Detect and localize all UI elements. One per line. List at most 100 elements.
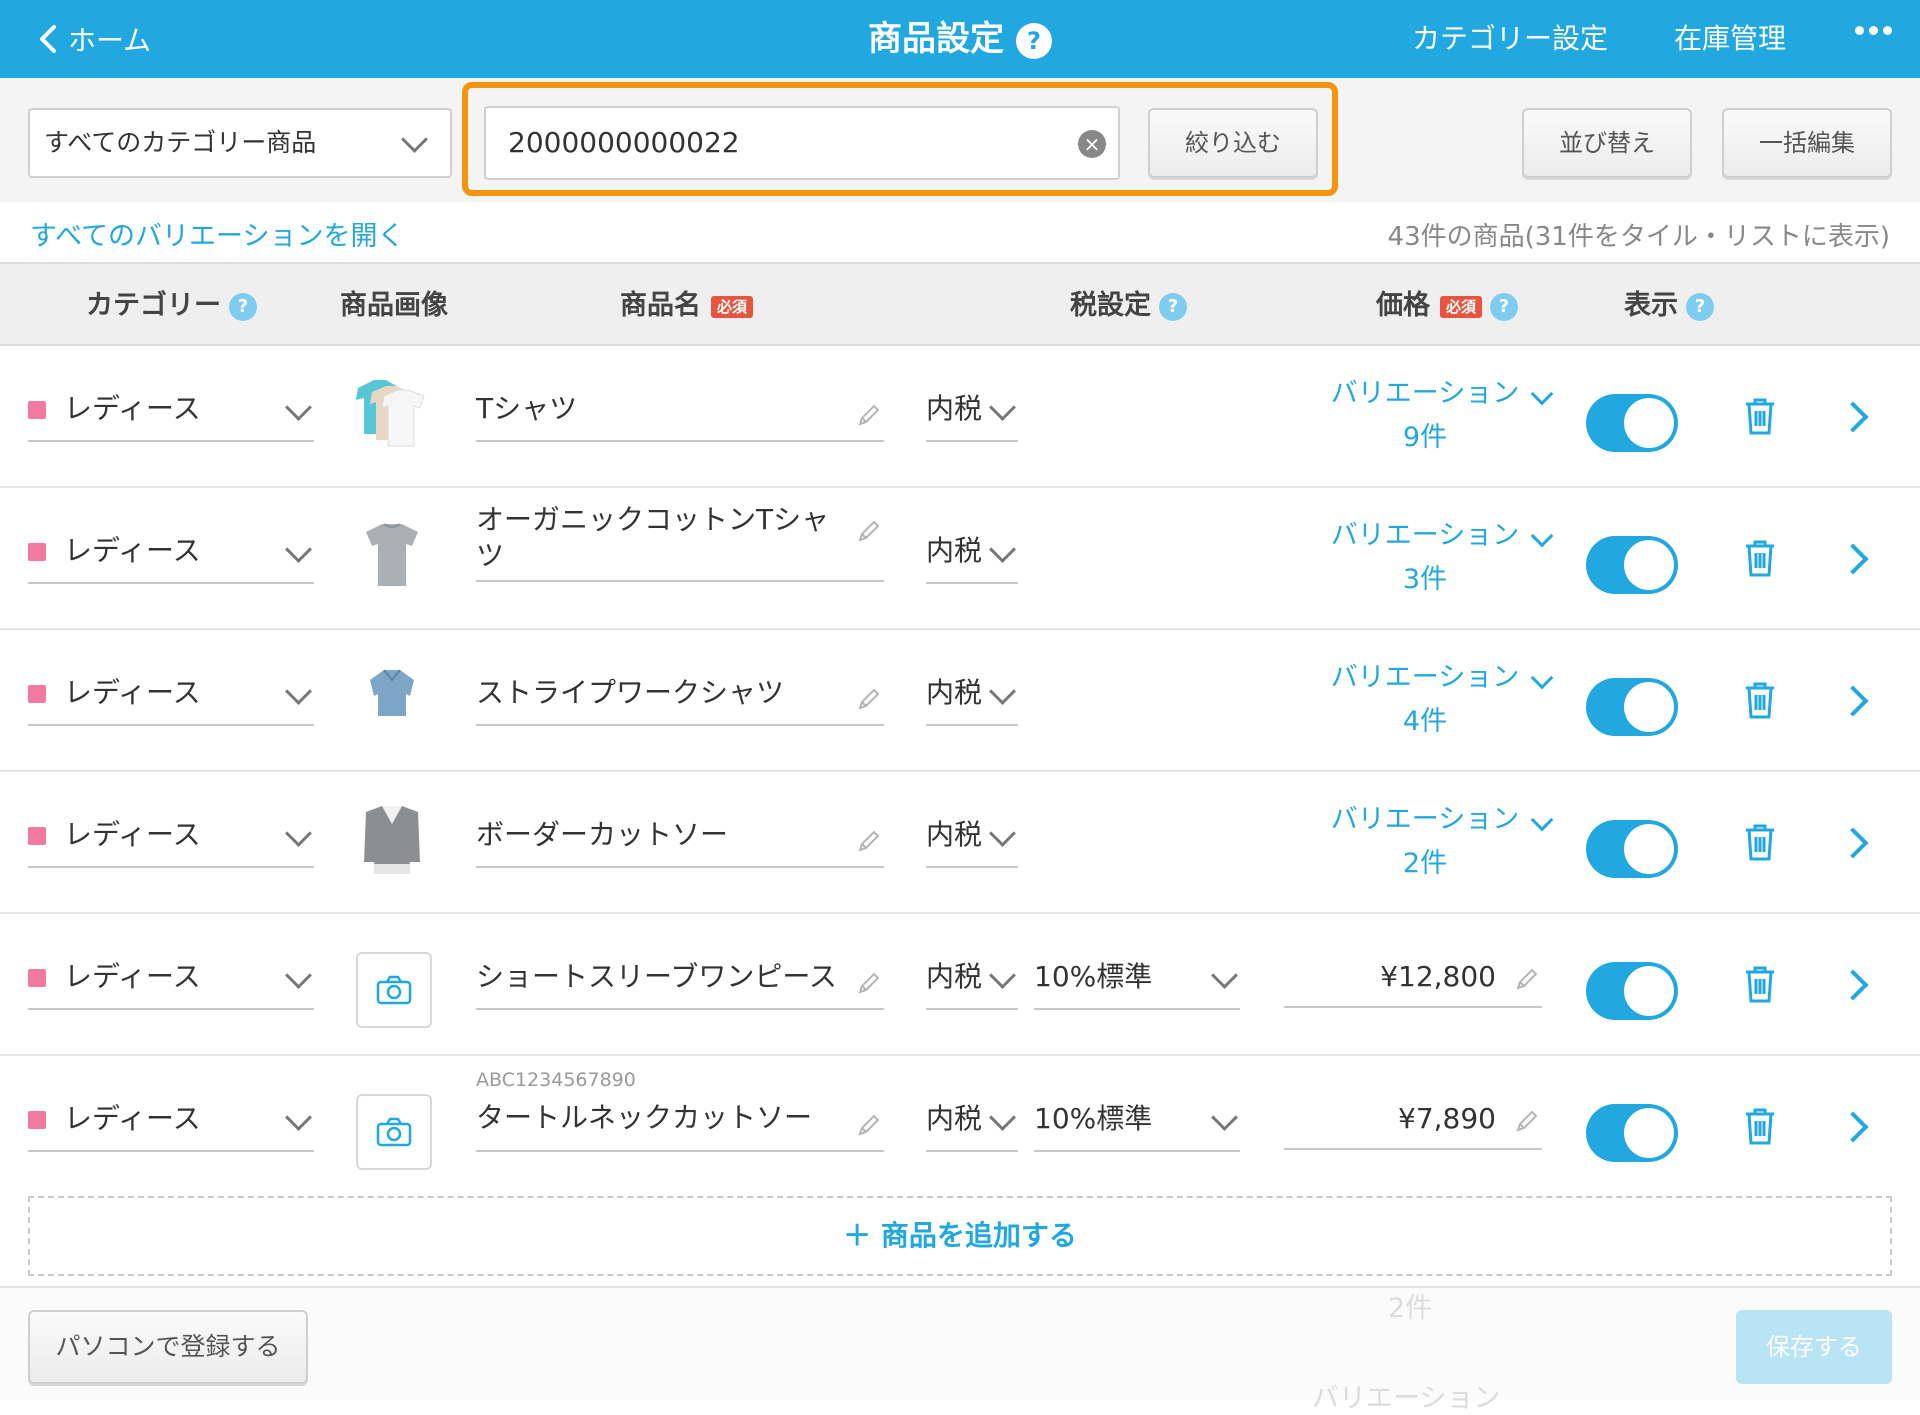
tax-select[interactable]: 内税 [926,522,1018,584]
filter-button[interactable]: 絞り込む [1148,108,1318,178]
price-field[interactable]: ¥12,800 [1284,948,1542,1008]
variation-toggle[interactable]: バリエーション 4件 [1280,656,1570,744]
add-product-button[interactable]: ＋ 商品を追加する [28,1196,1892,1276]
help-icon[interactable]: ? [1159,292,1187,321]
clear-icon[interactable]: × [1078,130,1106,158]
chevron-down-icon [989,536,1016,563]
trash-icon[interactable] [1742,1106,1778,1146]
pencil-icon [858,520,880,542]
add-image-button[interactable] [356,1094,432,1170]
trash-icon[interactable] [1742,680,1778,720]
chevron-down-icon [285,962,312,989]
display-toggle[interactable] [1586,394,1678,452]
tax-select[interactable]: 内税 [926,1090,1018,1152]
variation-toggle[interactable]: バリエーション 2件 [1280,798,1570,886]
product-image-shirt[interactable] [352,658,432,738]
product-name-field[interactable]: オーガニックコットンTシャツ [476,498,884,582]
chevron-down-icon [989,678,1016,705]
product-image-gray-tshirt[interactable] [352,516,432,596]
variation-toggle[interactable]: バリエーション 3件 [1280,514,1570,602]
add-image-button[interactable] [356,952,432,1028]
chevron-right-icon[interactable] [1837,969,1869,1001]
camera-icon [376,1117,412,1147]
display-toggle[interactable] [1586,820,1678,878]
product-name-field[interactable]: Tシャツ [476,380,884,442]
trash-icon[interactable] [1742,964,1778,1004]
subbar: すべてのバリエーションを開く 43件の商品(31件をタイル・リストに表示) [0,202,1920,262]
product-image-sweater[interactable] [352,800,432,880]
add-product-area: ＋ 商品を追加する [0,1178,1920,1286]
product-image-tshirt[interactable] [352,374,432,454]
display-toggle[interactable] [1586,678,1678,736]
category-select[interactable]: レディース [28,1090,314,1152]
chevron-right-icon[interactable] [1837,827,1869,859]
table-header: カテゴリー? 商品画像 商品名 必須 税設定? 価格 必須? 表示? [0,262,1920,346]
more-icon[interactable] [1855,26,1892,35]
column-tax: 税設定? [1070,264,1187,348]
camera-icon [376,975,412,1005]
tax-select[interactable]: 内税 [926,806,1018,868]
search-value: 2000000000022 [508,126,740,159]
pencil-icon [1516,1110,1538,1132]
table-row: レディース ストライプワークシャツ 内税 バリエーション 4件 [0,630,1920,772]
save-button[interactable]: 保存する [1736,1310,1892,1384]
product-code: ABC1234567890 [476,1069,636,1091]
category-filter-select[interactable]: すべてのカテゴリー商品 [28,108,452,178]
variation-toggle[interactable]: バリエーション 9件 [1280,372,1570,460]
category-select[interactable]: レディース [28,380,314,442]
trash-icon[interactable] [1742,822,1778,862]
sort-button[interactable]: 並び替え [1522,108,1692,178]
register-on-pc-button[interactable]: パソコンで登録する [28,1310,308,1384]
chevron-down-icon [285,1104,312,1131]
help-icon[interactable]: ? [1016,22,1052,59]
trash-icon[interactable] [1742,538,1778,578]
tax-rate-select[interactable]: 10%標準 [1034,948,1240,1010]
pencil-icon [858,830,880,852]
chevron-right-icon[interactable] [1837,685,1869,717]
category-select[interactable]: レディース [28,806,314,868]
trash-icon[interactable] [1742,396,1778,436]
category-select[interactable]: レディース [28,948,314,1010]
price-field[interactable]: ¥7,890 [1284,1090,1542,1150]
category-color-swatch [28,685,46,703]
chevron-down-icon [1211,962,1238,989]
display-toggle[interactable] [1586,1104,1678,1162]
product-name-field[interactable]: ストライプワークシャツ [476,664,884,726]
ghost-variation-count: 2件 [1388,1293,1433,1324]
column-name: 商品名 必須 [620,264,754,348]
product-name-field[interactable]: ボーダーカットソー [476,806,884,868]
chevron-down-icon [285,678,312,705]
page-title: 商品設定? [0,14,1920,64]
help-icon[interactable]: ? [1686,292,1714,321]
footer-bar: 2件 バリエーション パソコンで登録する 保存する [0,1286,1920,1414]
category-settings-link[interactable]: カテゴリー設定 [1412,14,1608,64]
category-select[interactable]: レディース [28,522,314,584]
open-all-variations-link[interactable]: すべてのバリエーションを開く [30,214,405,253]
column-image: 商品画像 [340,290,448,321]
search-input[interactable]: 2000000000022 × [484,106,1120,180]
bulk-edit-button[interactable]: 一括編集 [1722,108,1892,178]
tax-rate-select[interactable]: 10%標準 [1034,1090,1240,1152]
table-row: レディース ボーダーカットソー 内税 バリエーション 2件 [0,772,1920,914]
chevron-down-icon [1211,1104,1238,1131]
chevron-right-icon[interactable] [1837,1111,1869,1143]
chevron-right-icon[interactable] [1837,543,1869,575]
help-icon[interactable]: ? [229,292,257,321]
chevron-down-icon [285,394,312,421]
display-toggle[interactable] [1586,536,1678,594]
help-icon[interactable]: ? [1490,292,1519,321]
inventory-link[interactable]: 在庫管理 [1674,14,1786,64]
category-select[interactable]: レディース [28,664,314,726]
product-name-field[interactable]: ショートスリーブワンピース [476,948,884,1010]
pencil-icon [858,688,880,710]
tax-select[interactable]: 内税 [926,380,1018,442]
required-badge: 必須 [1440,295,1483,318]
product-name-field[interactable]: ABC1234567890 タートルネックカットソー [476,1068,884,1152]
chevron-down-icon [285,536,312,563]
chevron-right-icon[interactable] [1837,401,1869,433]
category-color-swatch [28,401,46,419]
tax-select[interactable]: 内税 [926,948,1018,1010]
tax-select[interactable]: 内税 [926,664,1018,726]
toolbar: すべてのカテゴリー商品 2000000000022 × 絞り込む 並び替え 一括… [0,78,1920,202]
display-toggle[interactable] [1586,962,1678,1020]
